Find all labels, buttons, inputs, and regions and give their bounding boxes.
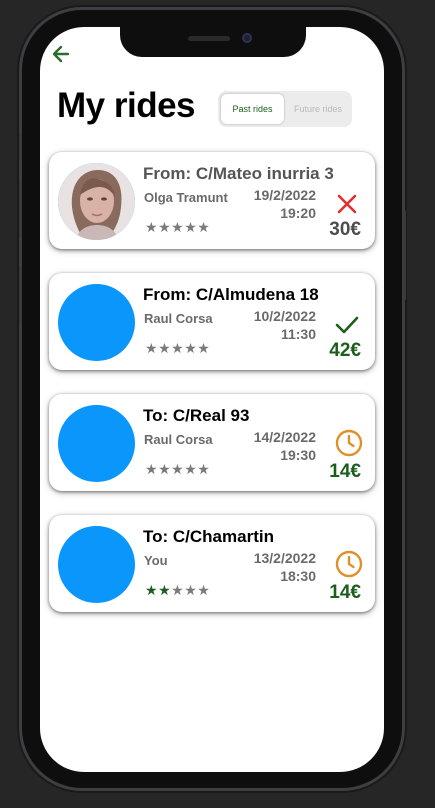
ride-time: 19:20 — [280, 205, 316, 221]
star-icon: ★ — [184, 582, 198, 598]
star-icon: ★ — [158, 340, 172, 356]
star-icon: ★ — [171, 461, 185, 477]
star-icon: ★ — [184, 219, 198, 235]
ride-route: To: C/Real 93 — [143, 406, 250, 425]
ride-date: 14/2/2022 — [253, 429, 316, 445]
ride-price: 30€ — [329, 219, 361, 240]
star-icon: ★ — [145, 219, 159, 235]
ride-card[interactable]: From: C/Almudena 18 Raul Corsa 10/2/2022 11… — [49, 273, 375, 370]
star-icon: ★ — [145, 582, 159, 598]
ride-date: 10/2/2022 — [253, 308, 316, 324]
star-icon: ★ — [145, 461, 159, 477]
volume-up-button — [19, 180, 22, 238]
mute-switch — [19, 133, 22, 161]
ride-card[interactable]: To: C/Real 93 Raul Corsa 14/2/2022 19:30 ★★★… — [49, 394, 375, 491]
ride-card[interactable]: To: C/Chamartin You 13/2/2022 18:30 ★★★★★ 14€ — [49, 515, 375, 612]
rating-stars: ★★★★★ — [145, 219, 210, 236]
star-icon: ★ — [197, 582, 211, 598]
star-icon: ★ — [197, 219, 211, 235]
avatar — [58, 284, 135, 361]
ride-route: From: C/Mateo inurria 3 — [143, 164, 334, 183]
rating-stars: ★★★★★ — [145, 340, 210, 357]
avatar — [58, 526, 135, 603]
star-icon: ★ — [184, 461, 198, 477]
speaker — [188, 36, 230, 41]
ride-route: From: C/Almudena 18 — [143, 285, 319, 304]
ride-route: To: C/Chamartin — [143, 527, 274, 546]
avatar — [58, 405, 135, 482]
ride-price: 42€ — [329, 340, 361, 361]
star-icon: ★ — [158, 582, 172, 598]
ride-price: 14€ — [329, 461, 361, 482]
ride-date: 13/2/2022 — [253, 550, 316, 566]
ride-card[interactable]: From: C/Mateo inurria 3 Olga Tramunt 19/2/… — [49, 152, 375, 249]
power-button — [403, 210, 406, 300]
star-icon: ★ — [184, 340, 198, 356]
star-icon: ★ — [171, 582, 185, 598]
ride-time: 18:30 — [280, 568, 316, 584]
star-icon: ★ — [171, 340, 185, 356]
ride-date: 19/2/2022 — [253, 187, 316, 203]
front-camera — [242, 33, 252, 43]
check-icon — [335, 313, 359, 337]
driver-name: Olga Tramunt — [144, 190, 228, 205]
driver-name: Raul Corsa — [144, 311, 213, 326]
close-icon — [335, 192, 359, 216]
ride-price: 14€ — [329, 582, 361, 603]
star-icon: ★ — [197, 340, 211, 356]
star-icon: ★ — [197, 461, 211, 477]
star-icon: ★ — [171, 219, 185, 235]
ride-time: 11:30 — [280, 326, 316, 342]
star-icon: ★ — [145, 340, 159, 356]
star-icon: ★ — [158, 461, 172, 477]
notch — [120, 27, 306, 57]
clock-icon — [335, 429, 363, 457]
back-arrow-icon[interactable] — [51, 44, 71, 64]
volume-down-button — [19, 266, 22, 324]
clock-icon — [335, 550, 363, 578]
ride-time: 19:30 — [280, 447, 316, 463]
driver-name: You — [144, 553, 168, 568]
star-icon: ★ — [158, 219, 172, 235]
rating-stars: ★★★★★ — [145, 582, 210, 599]
driver-name: Raul Corsa — [144, 432, 213, 447]
avatar — [58, 163, 135, 240]
page-title: My rides — [57, 86, 196, 125]
tab-future-rides[interactable]: Future rides — [287, 94, 349, 124]
rating-stars: ★★★★★ — [145, 461, 210, 478]
tab-past-rides[interactable]: Past rides — [221, 94, 284, 124]
rides-tab-switch: Past rides Future rides — [218, 91, 352, 127]
